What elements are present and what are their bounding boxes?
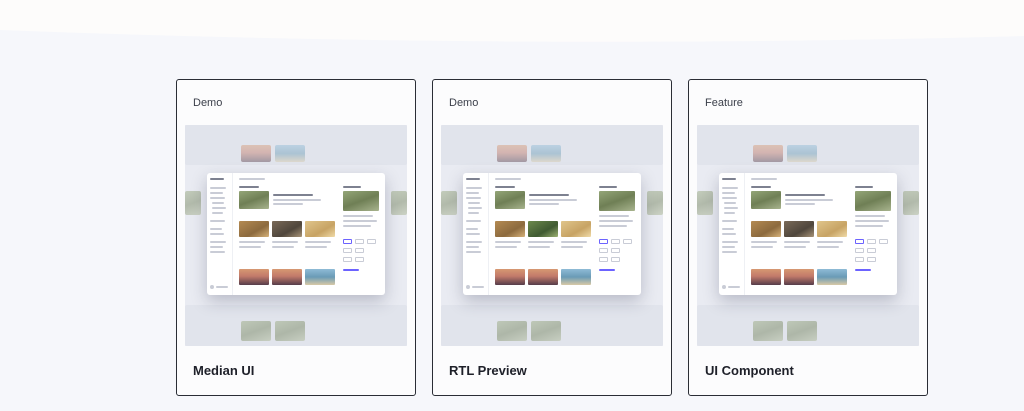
card-preview-image bbox=[697, 125, 919, 346]
card-tag: Demo bbox=[193, 97, 223, 109]
screenshot-sidebar bbox=[719, 173, 745, 295]
card-rtl-preview[interactable]: Demo RTL Preview bbox=[432, 79, 672, 396]
top-wave-decoration bbox=[0, 0, 1024, 42]
card-list: Demo Median UI Demo RTL Preview Feature … bbox=[176, 79, 928, 396]
screenshot-sidebar bbox=[463, 173, 489, 295]
card-title: RTL Preview bbox=[449, 363, 527, 378]
dashboard-screenshot bbox=[463, 173, 641, 295]
dashboard-screenshot bbox=[207, 173, 385, 295]
card-title: Median UI bbox=[193, 363, 255, 378]
dashboard-screenshot bbox=[719, 173, 897, 295]
card-ui-component[interactable]: Feature UI Component bbox=[688, 79, 928, 396]
card-tag: Feature bbox=[705, 97, 743, 109]
card-preview-image bbox=[441, 125, 663, 346]
card-median-ui[interactable]: Demo Median UI bbox=[176, 79, 416, 396]
screenshot-sidebar bbox=[207, 173, 233, 295]
card-tag: Demo bbox=[449, 97, 479, 109]
card-title: UI Component bbox=[705, 363, 794, 378]
card-preview-image bbox=[185, 125, 407, 346]
